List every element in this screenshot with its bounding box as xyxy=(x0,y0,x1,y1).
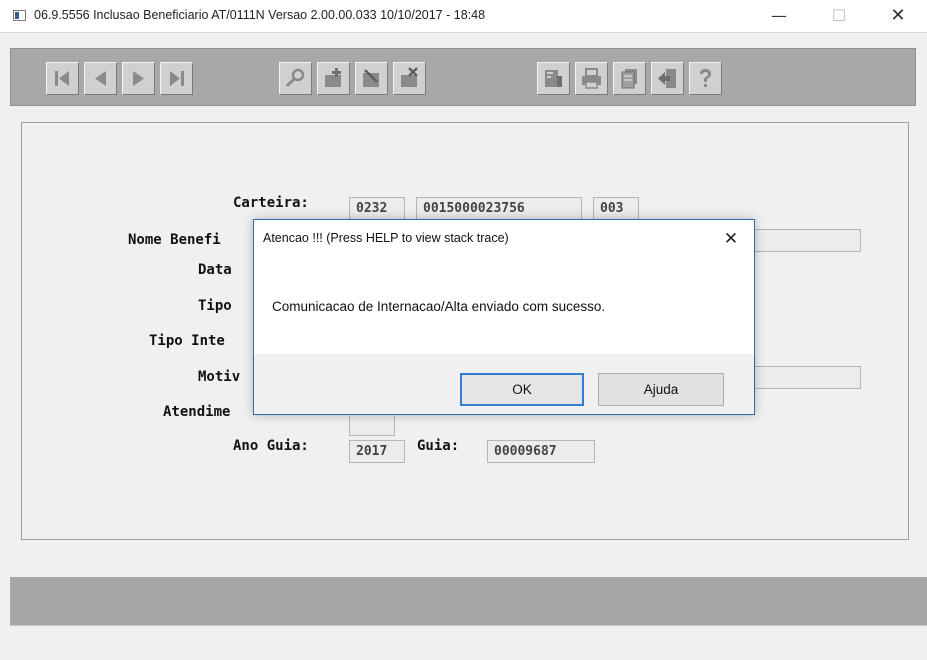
next-record-icon xyxy=(133,71,144,86)
dialog-title: Atencao !!! (Press HELP to view stack tr… xyxy=(263,231,509,245)
motivo-label: Motiv xyxy=(198,369,241,385)
dialog-message: Comunicacao de Internacao/Alta enviado c… xyxy=(272,299,606,314)
add-button[interactable] xyxy=(317,62,350,95)
print-button[interactable] xyxy=(575,62,608,95)
ok-button[interactable]: OK xyxy=(460,373,584,406)
search-icon xyxy=(285,68,305,88)
filter-button[interactable] xyxy=(537,62,570,95)
filter-icon xyxy=(545,70,562,87)
delete-button[interactable] xyxy=(393,62,426,95)
delete-icon xyxy=(401,67,418,87)
status-band xyxy=(10,577,927,625)
help-button[interactable] xyxy=(689,62,722,95)
ajuda-button[interactable]: Ajuda xyxy=(598,373,724,406)
atendimento-label: Atendime xyxy=(163,404,231,420)
window-title: 06.9.5556 Inclusao Beneficiario AT/0111N… xyxy=(34,8,486,22)
maximize-button[interactable]: ☐ xyxy=(816,0,862,32)
app-icon xyxy=(13,10,26,21)
first-record-icon xyxy=(55,71,69,86)
exit-icon xyxy=(658,69,676,88)
nome-beneficiario-field[interactable] xyxy=(752,229,861,252)
copy-button[interactable] xyxy=(613,62,646,95)
close-window-button[interactable]: ✕ xyxy=(875,0,921,32)
search-button[interactable] xyxy=(279,62,312,95)
nome-beneficiario-label: Nome Benefi xyxy=(128,232,221,248)
first-record-button[interactable] xyxy=(46,62,79,95)
copy-icon xyxy=(621,69,637,89)
minimize-button[interactable]: — xyxy=(756,0,802,32)
title-bar: 06.9.5556 Inclusao Beneficiario AT/0111N… xyxy=(0,0,927,33)
alert-dialog: Atencao !!! (Press HELP to view stack tr… xyxy=(253,219,755,415)
previous-record-icon xyxy=(95,71,106,86)
carteira-field-3[interactable]: 003 xyxy=(593,197,639,220)
edit-button[interactable] xyxy=(355,62,388,95)
ano-guia-field[interactable]: 2017 xyxy=(349,440,405,463)
ano-guia-label: Ano Guia: xyxy=(233,438,309,454)
carteira-field-2[interactable]: 0015000023756 xyxy=(416,197,582,220)
help-icon xyxy=(700,69,711,87)
atendimento-field[interactable] xyxy=(349,413,395,436)
tipo-internacao-label: Tipo Inte xyxy=(149,333,225,349)
carteira-label: Carteira: xyxy=(233,195,309,211)
last-record-button[interactable] xyxy=(160,62,193,95)
bottom-band xyxy=(10,625,927,660)
dialog-close-button[interactable]: ✕ xyxy=(716,226,746,252)
toolbar xyxy=(10,48,916,106)
exit-button[interactable] xyxy=(651,62,684,95)
guia-label: Guia: xyxy=(417,438,460,454)
add-icon xyxy=(325,68,341,87)
next-record-button[interactable] xyxy=(122,62,155,95)
print-icon xyxy=(582,68,601,89)
carteira-field-1[interactable]: 0232 xyxy=(349,197,405,220)
last-record-icon xyxy=(170,71,184,86)
data-label: Data xyxy=(198,262,232,278)
edit-icon xyxy=(363,69,379,87)
tipo-label: Tipo xyxy=(198,298,232,314)
dialog-footer: OK Ajuda xyxy=(254,354,754,414)
guia-field[interactable]: 00009687 xyxy=(487,440,595,463)
previous-record-button[interactable] xyxy=(84,62,117,95)
motivo-field[interactable] xyxy=(752,366,861,389)
